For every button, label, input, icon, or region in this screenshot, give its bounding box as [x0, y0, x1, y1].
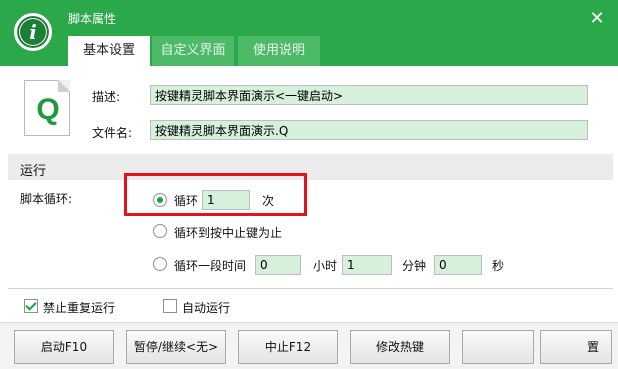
loop-duration-radio[interactable] [153, 257, 167, 271]
no-repeat-label: 禁止重复运行 [43, 301, 116, 315]
seconds-unit: 秒 [492, 259, 505, 273]
auto-run-checkbox[interactable] [163, 299, 177, 313]
loop-duration-label: 循环一段时间 [174, 259, 247, 273]
minutes-unit: 分钟 [402, 259, 427, 273]
run-section-title: 运行 [20, 164, 47, 179]
pause-resume-button[interactable]: 暂停/继续<无> [126, 330, 226, 364]
modify-hotkey-button[interactable]: 修改热键 [350, 330, 450, 364]
tab-basic-settings[interactable]: 基本设置 [68, 36, 150, 66]
minutes-input[interactable] [342, 255, 392, 275]
filename-field[interactable] [150, 120, 588, 140]
close-icon[interactable]: ✕ [584, 6, 610, 32]
script-file-icon: Q [24, 80, 70, 136]
description-field[interactable] [150, 85, 588, 105]
info-glyph: i [20, 19, 46, 45]
auto-run-label: 自动运行 [182, 301, 231, 315]
no-repeat-checkbox[interactable] [24, 299, 38, 313]
start-button[interactable]: 启动F10 [14, 330, 114, 364]
stop-button[interactable]: 中止F12 [238, 330, 338, 364]
filename-label: 文件名: [92, 126, 133, 140]
tab-custom-interface[interactable]: 自定义界面 [152, 36, 234, 66]
section-divider [8, 288, 613, 289]
obscured-button-1[interactable] [462, 330, 534, 364]
obscured-button-2-label: 置 [586, 340, 599, 354]
obscured-button-2[interactable]: 置 [540, 330, 612, 364]
seconds-input[interactable] [434, 255, 482, 275]
app-info-icon: i [14, 13, 52, 51]
highlight-box [124, 173, 307, 216]
run-section-header [8, 154, 613, 180]
hours-unit: 小时 [313, 259, 338, 273]
window-title: 脚本属性 [68, 12, 117, 26]
hours-input[interactable] [255, 255, 301, 275]
tab-usage-instructions[interactable]: 使用说明 [238, 36, 320, 66]
loop-until-stop-radio[interactable] [153, 224, 167, 238]
loop-until-stop-label: 循环到按中止键为止 [174, 226, 283, 240]
page-fold [58, 80, 70, 92]
q-letter: Q [36, 93, 60, 126]
description-label: 描述: [92, 90, 121, 104]
loop-label: 脚本循环: [20, 192, 73, 206]
